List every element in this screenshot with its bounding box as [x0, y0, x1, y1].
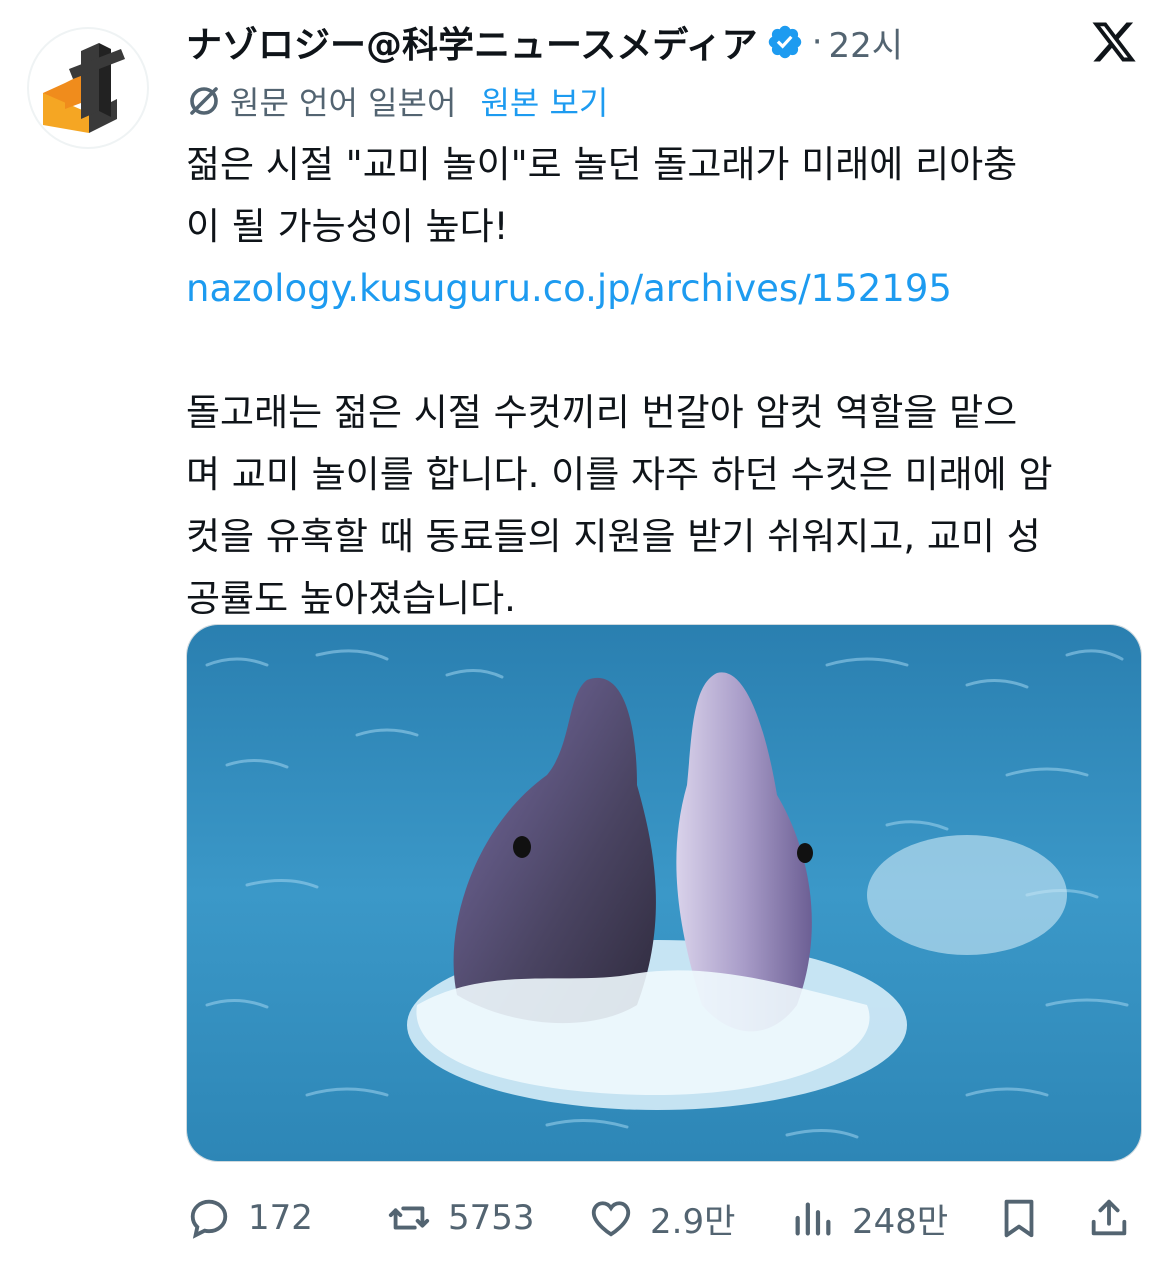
share-button[interactable]: [1086, 1188, 1132, 1248]
tweet-media-image[interactable]: [186, 624, 1142, 1162]
show-original-link[interactable]: 원본 보기: [480, 78, 608, 124]
retweet-button[interactable]: 5753: [386, 1188, 535, 1248]
author-avatar[interactable]: [27, 27, 149, 149]
translate-icon: [190, 87, 218, 115]
translation-bar: 원문 언어 일본어 원본 보기: [186, 78, 608, 124]
retweet-count: 5753: [448, 1198, 535, 1238]
reply-button[interactable]: 172: [186, 1188, 313, 1248]
tweet-text-line: 며 교미 놀이를 합니다. 이를 자주 하던 수컷은 미래에 암: [186, 453, 1053, 496]
tweet-text-line: 돌고래는 젊은 시절 수컷끼리 번갈아 암컷 역할을 맡으: [186, 391, 1018, 434]
tweet-text-line: 컷을 유혹할 때 동료들의 지원을 받기 쉬워지고, 교미 성: [186, 515, 1041, 558]
reply-icon: [190, 1199, 228, 1239]
tweet-actions: 172 5753 2.9만 248만: [186, 1188, 1136, 1248]
header-separator: ·: [811, 22, 823, 62]
nazology-logo: [43, 43, 125, 133]
author-name[interactable]: ナゾロジー@科学ニュースメディア: [186, 16, 758, 68]
retweet-icon: [388, 1206, 430, 1230]
tweet-text-line: 젊은 시절 "교미 놀이"로 놀던 돌고래가 미래에 리아충: [186, 143, 1018, 186]
bookmark-icon: [1004, 1199, 1034, 1238]
tweet-time[interactable]: 22시: [829, 18, 904, 67]
verified-badge-icon: [768, 25, 801, 59]
like-button[interactable]: 2.9만: [588, 1188, 735, 1248]
dolphins-photo: [187, 625, 1141, 1161]
source-language-label: 원문 언어 일본어: [230, 84, 457, 122]
tweet-text-line: 이 될 가능성이 높다!: [186, 205, 509, 248]
article-link[interactable]: nazology.kusuguru.co.jp/archives/152195: [186, 258, 1146, 320]
x-logo-icon[interactable]: [1090, 18, 1138, 66]
like-icon: [591, 1201, 631, 1237]
tweet-text-line: 공률도 높아졌습니다.: [186, 577, 516, 620]
tweet-header: ナゾロジー@科学ニュースメディア · 22시: [186, 14, 1086, 70]
bookmark-button[interactable]: [996, 1188, 1042, 1248]
like-count: 2.9만: [650, 1201, 736, 1242]
views-icon: [795, 1202, 831, 1236]
view-count: 248만: [852, 1201, 949, 1242]
share-icon: [1091, 1199, 1127, 1236]
reply-count: 172: [248, 1198, 313, 1238]
tweet-text: 젊은 시절 "교미 놀이"로 놀던 돌고래가 미래에 리아충 이 될 가능성이 …: [186, 134, 1146, 630]
views-button[interactable]: 248만: [790, 1188, 948, 1248]
